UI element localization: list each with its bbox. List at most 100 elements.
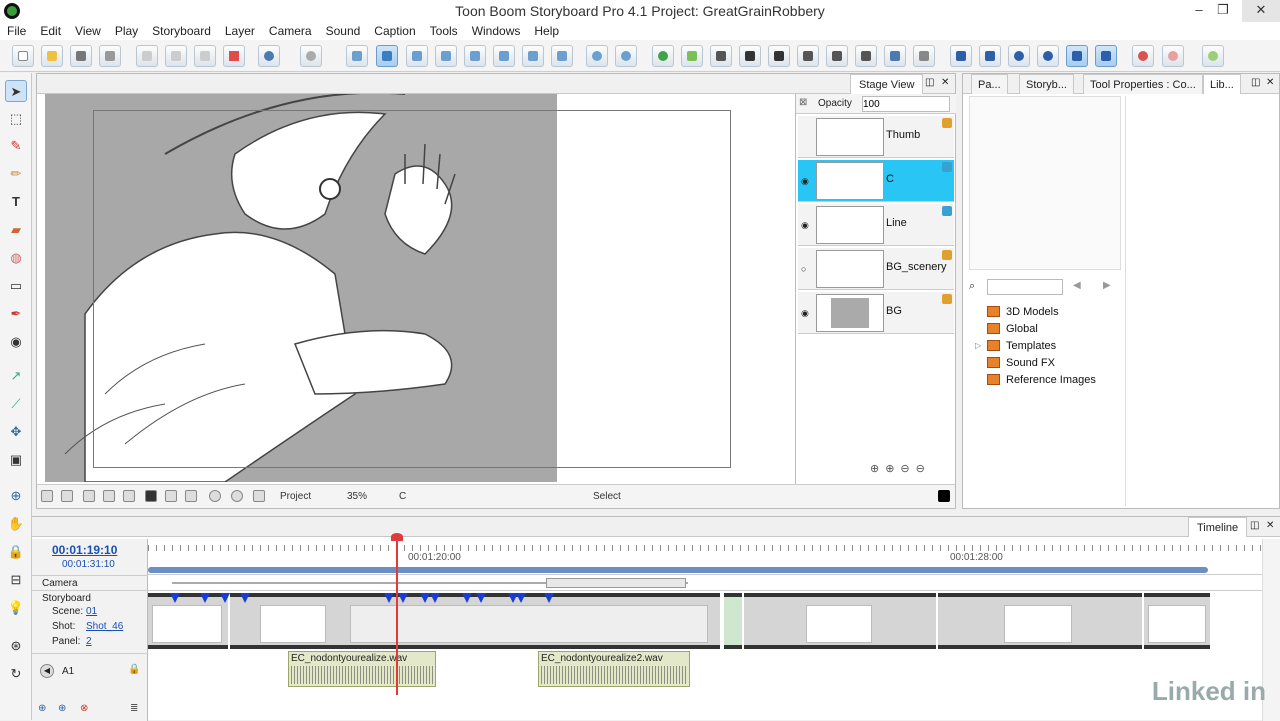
split-view-icon[interactable] [464,45,486,67]
forward-icon[interactable]: ▶ [1103,280,1111,291]
panel-marker-icon[interactable] [170,593,180,603]
panel-marker-icon[interactable] [220,593,230,603]
current-time[interactable]: 00:01:19:10 [52,543,117,557]
camera-align-icon[interactable] [913,45,935,67]
camera-set-icon[interactable] [768,45,790,67]
library-search-input[interactable] [987,279,1063,295]
opacity-input[interactable] [862,96,950,112]
panel-marker-icon[interactable] [516,593,526,603]
3d-mode-icon[interactable] [652,45,674,67]
sound-scrub-icon[interactable] [1095,45,1117,67]
new-project-icon[interactable] [12,45,34,67]
panel-marker-icon[interactable] [384,593,394,603]
lock-tool-icon[interactable]: 🔒 [5,541,27,563]
grid-alt-icon[interactable] [435,45,457,67]
layer-row[interactable]: ◉ BG [798,292,954,334]
tab-panel[interactable]: Pa... [971,74,1008,94]
menu-storyboard[interactable]: Storyboard [145,22,218,40]
lightbulb-brush-icon[interactable] [1132,45,1154,67]
save-as-icon[interactable] [99,45,121,67]
visibility-icon[interactable]: ◉ [801,176,811,186]
camera-icon[interactable] [710,45,732,67]
panel-marker-icon[interactable] [430,593,440,603]
camera-reset-icon[interactable] [884,45,906,67]
audio-clip[interactable]: EC_nodontyourealize.wav [288,651,436,687]
fullscreen-icon[interactable] [145,490,157,502]
rotate-view-ccw-icon[interactable] [231,490,243,502]
loop-icon[interactable] [1037,45,1059,67]
audio-clip[interactable]: EC_nodontyourealize2.wav [538,651,690,687]
panel-thumbnail[interactable] [724,593,742,649]
panel-thumbnail[interactable] [938,593,1142,649]
layer-row-selected[interactable]: ◉ C [798,160,954,202]
menu-caption[interactable]: Caption [367,22,422,40]
view-mode-icon[interactable] [123,490,135,502]
menu-play[interactable]: Play [108,22,145,40]
add-track-icon[interactable]: ⊕ [38,703,46,714]
maximize-button[interactable]: ❐ [1210,0,1236,22]
table-view-icon[interactable] [522,45,544,67]
panel-link[interactable]: 2 [86,636,92,647]
reset-view-icon[interactable] [41,490,53,502]
tab-library[interactable]: Lib... [1203,74,1241,94]
tab-stage-view[interactable]: Stage View [850,74,924,94]
safe-area-toggle-icon[interactable] [103,490,115,502]
zoom-tool-icon[interactable]: ⊕ [5,485,27,507]
screen-icon[interactable] [551,45,573,67]
panel-marker-icon[interactable] [200,593,210,603]
panel-thumbnail[interactable] [148,593,228,649]
menu-file[interactable]: File [0,22,33,40]
paint-tool-icon[interactable]: ✒ [5,303,27,325]
playhead-handle[interactable] [391,533,403,541]
previous-panel-icon[interactable] [950,45,972,67]
panel-marker-icon[interactable] [398,593,408,603]
library-item-sound-fx[interactable]: Sound FX [987,357,1055,369]
remove-track-icon[interactable]: ⊗ [80,703,88,714]
library-item-3d-models[interactable]: 3D Models [987,306,1059,318]
audio-track-header[interactable]: ◀ A1 🔒 [32,653,148,689]
eraser-tool-icon[interactable]: ▰ [5,219,27,241]
visibility-icon[interactable] [801,132,811,142]
library-item-templates[interactable]: Templates [987,340,1056,352]
pencil-tool-icon[interactable]: ✏ [5,163,27,185]
rotate-view-cw-icon[interactable] [209,490,221,502]
visibility-icon[interactable]: ◉ [801,220,811,230]
color-swatch-icon[interactable] [1202,45,1224,67]
save-icon[interactable] [70,45,92,67]
sound-icon[interactable] [1066,45,1088,67]
menu-tools[interactable]: Tools [423,22,465,40]
scene-link[interactable]: 01 [86,606,97,617]
visibility-icon[interactable]: ○ [801,264,811,274]
play-icon[interactable] [979,45,1001,67]
undo-icon[interactable] [258,45,280,67]
camera-rotate-icon[interactable] [826,45,848,67]
smudge-tool-icon[interactable]: ◍ [5,247,27,269]
mirror-tool-icon[interactable]: ⊟ [5,569,27,591]
zoom-out-icon[interactable] [615,45,637,67]
lock-icon[interactable]: 🔒 [128,664,140,675]
panel-marker-icon[interactable] [240,593,250,603]
frame-toggle-icon[interactable] [83,490,95,502]
panel-thumbnail[interactable] [1144,593,1210,649]
perspective-tool-icon[interactable]: ⟋ [5,393,27,415]
layer-row[interactable]: ○ BG_scenery [798,248,954,290]
pivot-tool-icon[interactable]: ⊛ [5,635,27,657]
menu-windows[interactable]: Windows [465,22,528,40]
shot-link[interactable]: Shot_46 [86,621,123,632]
fill-tool-icon[interactable]: ◉ [5,331,27,353]
3d-objects-icon[interactable] [681,45,703,67]
track-options-icon[interactable]: ⊕ [58,703,66,714]
cutter-tool-icon[interactable]: ⬚ [5,108,27,130]
menu-sound[interactable]: Sound [319,22,368,40]
brush-tool-icon[interactable]: ✎ [5,135,27,157]
next-panel-icon[interactable] [1008,45,1030,67]
minimize-button[interactable]: – [1186,0,1212,22]
library-item-reference-images[interactable]: Reference Images [987,374,1096,386]
brush-preview-icon[interactable] [185,490,197,502]
grid-icon[interactable] [406,45,428,67]
camera-move-icon[interactable] [797,45,819,67]
copy-icon[interactable] [165,45,187,67]
menu-layer[interactable]: Layer [218,22,262,40]
layer-actions[interactable]: ⊕⊕⊖⊖ [870,462,931,475]
grid-toggle-icon[interactable] [61,490,73,502]
